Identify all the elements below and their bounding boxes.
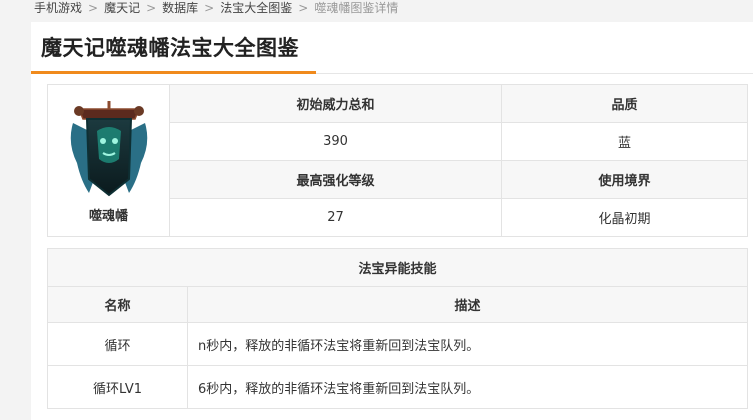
skill-name: 循环 [47, 322, 188, 366]
power-label: 初始威力总和 [169, 84, 502, 123]
table-row: 循环 n秒内，释放的非循环法宝将重新回到法宝队列。 [47, 322, 749, 366]
skill-desc: 6秒内，释放的非循环法宝将重新回到法宝队列。 [186, 365, 749, 409]
skill-col-desc: 描述 [186, 286, 749, 323]
breadcrumb-current: 噬魂幡图鉴详情 [314, 1, 399, 15]
soul-banner-icon [70, 101, 147, 197]
page-title: 魔天记噬魂幡法宝大全图鉴 [41, 36, 299, 60]
quality-value: 蓝 [501, 122, 748, 161]
breadcrumb-separator: > [204, 1, 215, 15]
skill-desc: n秒内，释放的非循环法宝将重新回到法宝队列。 [186, 322, 749, 366]
max-level-value: 27 [169, 198, 502, 237]
content-panel: 魔天记噬魂幡法宝大全图鉴 噬魂幡 初始威力总和 品质 390 蓝 最高强化等级 … [31, 22, 753, 420]
breadcrumb: 手机游戏 > 魔天记 > 数据库 > 法宝大全图鉴 > 噬魂幡图鉴详情 [34, 0, 398, 16]
title-bar: 魔天记噬魂幡法宝大全图鉴 [31, 22, 753, 74]
breadcrumb-separator: > [88, 1, 99, 15]
breadcrumb-separator: > [146, 1, 157, 15]
max-level-label: 最高强化等级 [169, 160, 502, 199]
title-underline [31, 71, 316, 74]
treasure-info-table: 噬魂幡 初始威力总和 品质 390 蓝 最高强化等级 使用境界 27 化晶初期 [47, 84, 748, 237]
skill-name: 循环LV1 [47, 365, 188, 409]
realm-label: 使用境界 [501, 160, 748, 199]
item-name: 噬魂幡 [88, 209, 128, 224]
skill-section-title: 法宝异能技能 [46, 248, 749, 287]
breadcrumb-separator: > [298, 1, 309, 15]
table-row: 循环LV1 6秒内，释放的非循环法宝将重新回到法宝队列。 [47, 365, 749, 409]
breadcrumb-link-database[interactable]: 数据库 [162, 1, 198, 15]
quality-label: 品质 [501, 84, 748, 123]
realm-value: 化晶初期 [501, 198, 748, 237]
item-image-cell: 噬魂幡 [47, 84, 170, 237]
skill-col-name: 名称 [47, 286, 188, 323]
breadcrumb-link-motianji[interactable]: 魔天记 [104, 1, 140, 15]
breadcrumb-link-treasure-list[interactable]: 法宝大全图鉴 [220, 1, 292, 15]
power-value: 390 [169, 122, 502, 161]
breadcrumb-link-mobile-games[interactable]: 手机游戏 [34, 1, 82, 15]
skill-table: 法宝异能技能 名称 描述 循环 n秒内，释放的非循环法宝将重新回到法宝队列。 循… [46, 248, 749, 409]
